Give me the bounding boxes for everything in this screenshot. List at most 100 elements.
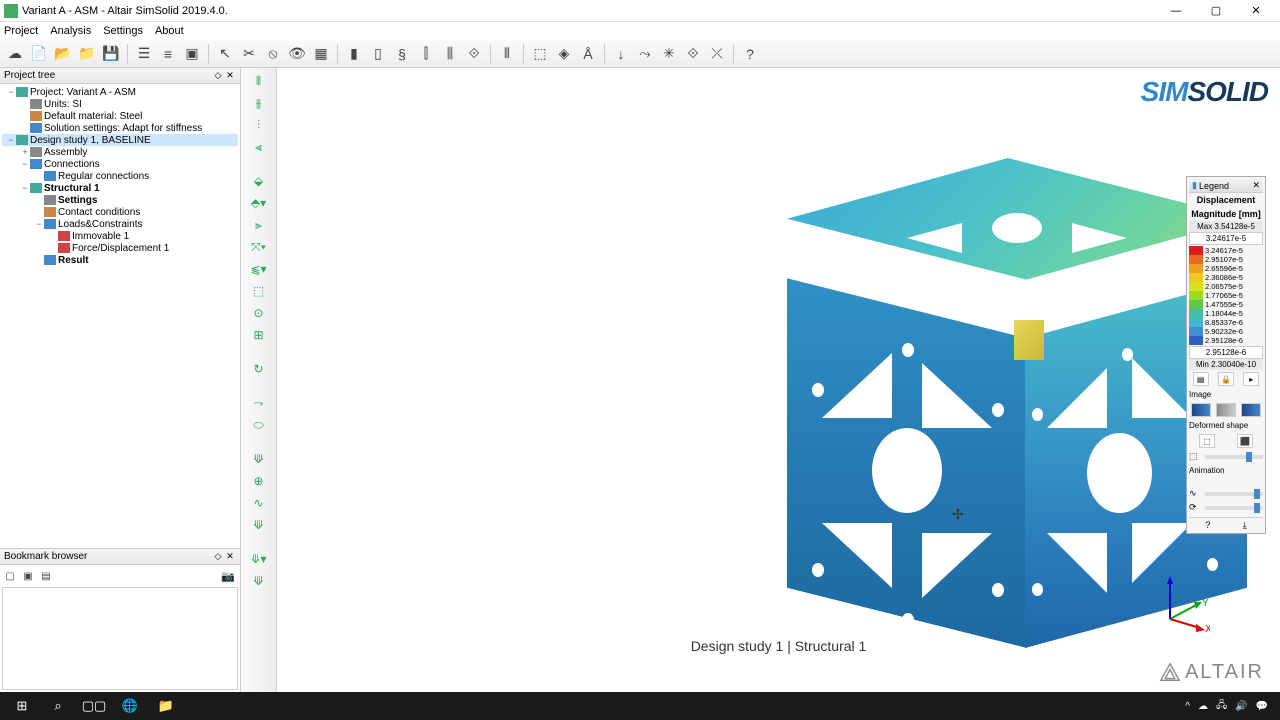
legend-img3[interactable] [1241, 403, 1261, 417]
minimize-button[interactable]: — [1156, 1, 1196, 21]
menu-about[interactable]: About [155, 25, 184, 37]
tree-item[interactable]: Settings [2, 194, 238, 206]
vbtn-13[interactable]: ⤳ [246, 394, 272, 412]
tray-net-icon[interactable]: 🖧 [1216, 698, 1227, 715]
legend-titlebar[interactable]: ▮ Legend ✕ [1189, 179, 1263, 193]
box-button[interactable]: ▣ [181, 43, 203, 65]
vbtn-17[interactable]: ∿ [246, 494, 272, 512]
vbtn-16[interactable]: ⊕ [246, 472, 272, 490]
constraint1-button[interactable]: ▮ [343, 43, 365, 65]
vbtn-6[interactable]: ⬘▾ [246, 194, 272, 212]
view-triad[interactable]: Z Y X [1150, 574, 1210, 634]
legend-btn-contour[interactable]: ▤ [1193, 372, 1209, 386]
vbtn-19[interactable]: ⤋▾ [246, 550, 272, 568]
vbtn-1[interactable]: ⫴ [246, 72, 272, 90]
tree-item[interactable]: Solution settings: Adapt for stiffness [2, 122, 238, 134]
pointer-button[interactable]: ↖ [214, 43, 236, 65]
folder-button[interactable]: 📁 [76, 43, 98, 65]
tree-item[interactable]: Contact conditions [2, 206, 238, 218]
constraint4-button[interactable]: ⫿ [415, 43, 437, 65]
legend-export-button[interactable]: ⤓ [1243, 520, 1247, 531]
cut-button[interactable]: ✂ [238, 43, 260, 65]
tree-item[interactable]: Units: SI [2, 98, 238, 110]
list-button[interactable]: ☰ [133, 43, 155, 65]
menu-settings[interactable]: Settings [103, 25, 143, 37]
tree-item[interactable]: −Connections [2, 158, 238, 170]
vbtn-18[interactable]: ⟱ [246, 516, 272, 534]
vbtn-9[interactable]: ⫹▾ [246, 260, 272, 278]
show-button[interactable]: 👁 [286, 43, 308, 65]
taskview-button[interactable]: ▢▢ [76, 692, 112, 720]
tray-action-icon[interactable]: 💬 [1256, 701, 1268, 712]
bookmark-pin-button[interactable]: ◇ [212, 551, 224, 563]
menu-project[interactable]: Project [4, 25, 38, 37]
legend-img1[interactable] [1191, 403, 1211, 417]
system-tray[interactable]: ^ ☁ 🖧 🔊 💬 [1185, 698, 1276, 715]
legend-img2[interactable] [1216, 403, 1236, 417]
tool1-button[interactable]: ⬚ [529, 43, 551, 65]
tree-item[interactable]: Default material: Steel [2, 110, 238, 122]
align-button[interactable]: ≡ [157, 43, 179, 65]
legend-btn-arrow[interactable]: ▸ [1243, 372, 1259, 386]
legend-max-input[interactable] [1189, 232, 1263, 245]
tree-item[interactable]: Regular connections [2, 170, 238, 182]
tree-item[interactable]: −Design study 1, BASELINE [2, 134, 238, 146]
tree-item[interactable]: Force/Displacement 1 [2, 242, 238, 254]
open-button[interactable]: 📂 [52, 43, 74, 65]
load1-button[interactable]: ↓ [610, 43, 632, 65]
start-button[interactable]: ⊞ [4, 692, 40, 720]
constraint5-button[interactable]: ⫼ [439, 43, 461, 65]
tree-close-button[interactable]: ✕ [224, 70, 236, 82]
analysis-button[interactable]: ⫴ [496, 43, 518, 65]
new-button[interactable]: 📄 [28, 43, 50, 65]
vbtn-10[interactable]: ⬚ [246, 282, 272, 300]
load5-button[interactable]: ⤫ [706, 43, 728, 65]
bookmark-close-button[interactable]: ✕ [224, 551, 236, 563]
tray-vol-icon[interactable]: 🔊 [1235, 701, 1247, 712]
vbtn-20[interactable]: ⟱ [246, 572, 272, 590]
vbtn-5[interactable]: ⬙ [246, 172, 272, 190]
legend-btn-lock[interactable]: 🔒 [1218, 372, 1234, 386]
taskbar-app1[interactable]: 🌐 [112, 692, 148, 720]
anim-slider1[interactable]: ∿ [1189, 487, 1263, 501]
constraint3-button[interactable]: § [391, 43, 413, 65]
tree-item[interactable]: Result [2, 254, 238, 266]
tree-item[interactable]: −Structural 1 [2, 182, 238, 194]
search-button[interactable]: ⌕ [40, 692, 76, 720]
load4-button[interactable]: ⟐ [682, 43, 704, 65]
tree-item[interactable]: Immovable 1 [2, 230, 238, 242]
camera-button[interactable]: 📷 [218, 568, 238, 584]
legend-def1[interactable]: ⬚ [1199, 434, 1215, 448]
mesh-button[interactable]: ▦ [310, 43, 332, 65]
help-button[interactable]: ? [739, 43, 761, 65]
close-button[interactable]: ✕ [1236, 1, 1276, 21]
tray-up-icon[interactable]: ^ [1185, 701, 1190, 712]
constraint6-button[interactable]: ⟐ [463, 43, 485, 65]
bookmark-btn1[interactable]: ▢ [2, 568, 18, 584]
legend-def2[interactable]: ⬛ [1237, 434, 1253, 448]
vbtn-2[interactable]: ⫵ [246, 94, 272, 112]
vbtn-14[interactable]: ⬭ [246, 416, 272, 434]
save-button[interactable]: 💾 [100, 43, 122, 65]
deform-slider[interactable]: ⬚ [1189, 450, 1263, 464]
tree-item[interactable]: +Assembly [2, 146, 238, 158]
vbtn-refresh[interactable]: ↻ [246, 360, 272, 378]
hide-button[interactable]: ⦸ [262, 43, 284, 65]
bookmark-btn3[interactable]: ▤ [38, 568, 54, 584]
project-tree[interactable]: −Project: Variant A - ASMUnits: SIDefaul… [0, 84, 240, 548]
bookmark-btn2[interactable]: ▣ [20, 568, 36, 584]
legend-close-button[interactable]: ✕ [1252, 180, 1260, 191]
menu-analysis[interactable]: Analysis [50, 25, 91, 37]
taskbar-app2[interactable]: 📁 [148, 692, 184, 720]
viewport-3d[interactable]: SIMSOLID [277, 68, 1280, 692]
tree-item[interactable]: −Loads&Constraints [2, 218, 238, 230]
maximize-button[interactable]: ▢ [1196, 1, 1236, 21]
constraint2-button[interactable]: ▯ [367, 43, 389, 65]
anim-slider2[interactable]: ⟳ [1189, 501, 1263, 515]
tool2-button[interactable]: ◈ [553, 43, 575, 65]
legend-min-input[interactable] [1189, 346, 1263, 359]
legend-help-button[interactable]: ? [1205, 520, 1210, 531]
cloud-button[interactable]: ☁ [4, 43, 26, 65]
vbtn-8[interactable]: ⤧▾ [246, 238, 272, 256]
tree-pin-button[interactable]: ◇ [212, 70, 224, 82]
